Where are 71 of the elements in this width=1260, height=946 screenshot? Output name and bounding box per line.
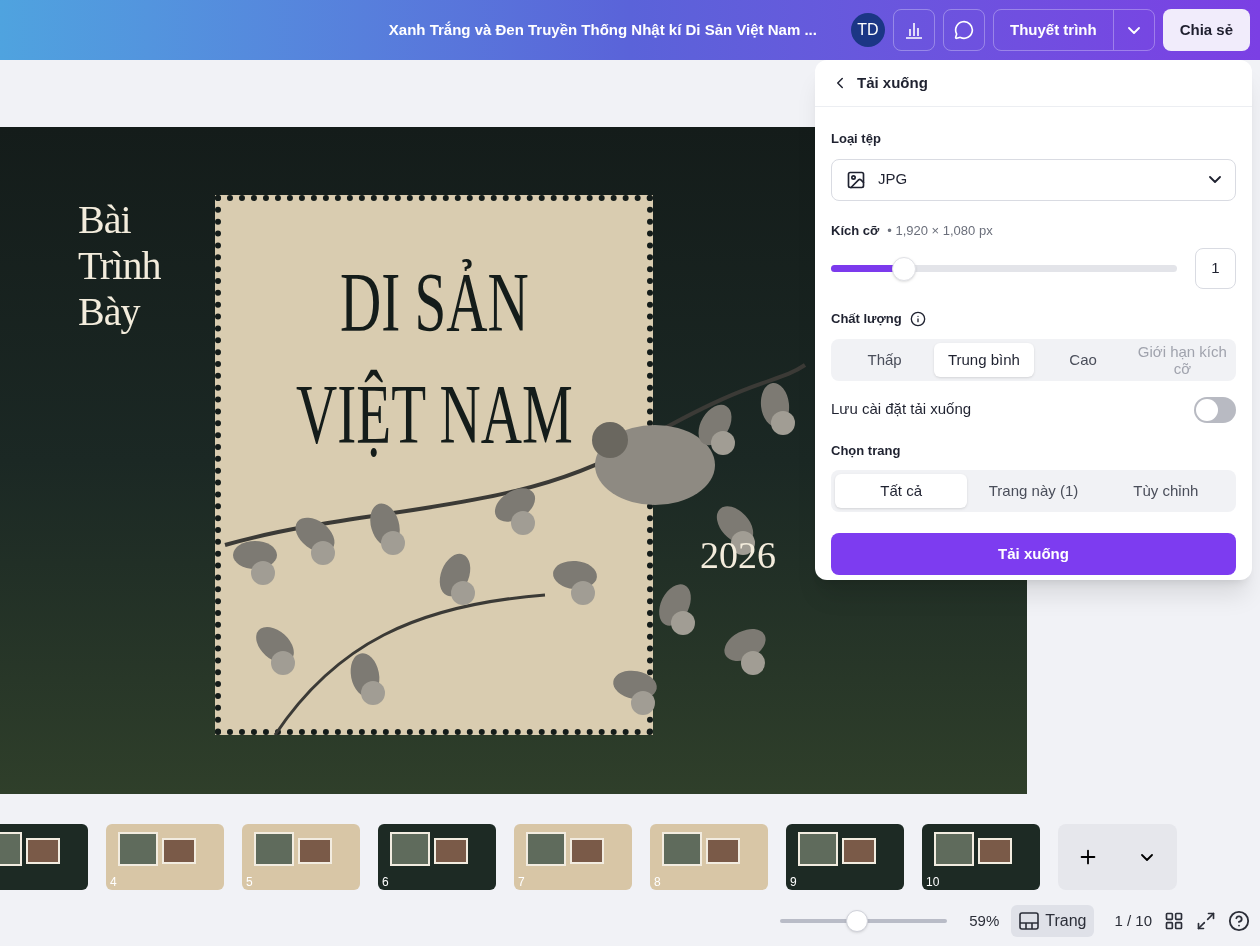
file-type-dropdown[interactable]: JPG <box>831 158 1236 201</box>
page-option[interactable]: Tùy chỉnh <box>1099 474 1232 508</box>
photo-placeholder <box>842 838 876 864</box>
size-input[interactable]: 1 <box>1195 248 1236 289</box>
quality-option[interactable]: Cao <box>1033 342 1133 377</box>
photo-placeholder <box>298 838 332 864</box>
comment-icon <box>953 20 974 40</box>
zoom-slider-thumb[interactable] <box>846 910 869 932</box>
insights-button[interactable] <box>892 9 935 51</box>
comment-button[interactable] <box>942 9 985 51</box>
share-button[interactable]: Chia sẻ <box>1162 9 1250 51</box>
pages-label: Chọn trang <box>831 441 902 460</box>
photo-placeholder <box>570 838 604 864</box>
slide-number: 7 <box>518 876 525 888</box>
zoom-percentage[interactable]: 59% <box>969 909 1000 933</box>
photo-placeholder <box>526 832 566 866</box>
slide-thumbnail[interactable] <box>0 824 88 890</box>
photo-placeholder <box>934 832 974 866</box>
help-icon[interactable] <box>1228 910 1250 932</box>
file-type-label: Loại tệp <box>831 130 882 148</box>
download-button[interactable]: Tải xuống <box>831 533 1236 575</box>
size-slider[interactable] <box>831 256 1177 281</box>
slide-number: 4 <box>110 876 117 888</box>
quality-label: Chất lượng <box>831 310 902 328</box>
pages-button[interactable]: Trang <box>1011 905 1095 937</box>
present-button[interactable]: Thuyết trình <box>993 10 1114 50</box>
size-dimensions: • 1,920 × 1,080 px <box>887 221 993 240</box>
slide-thumbnail[interactable]: 6 <box>378 824 496 890</box>
photo-placeholder <box>162 838 196 864</box>
page-option[interactable]: Trang này (1) <box>967 474 1100 508</box>
photo-placeholder <box>390 832 430 866</box>
photo-placeholder <box>118 832 158 866</box>
info-icon[interactable] <box>909 310 926 327</box>
slide-subtitle: Bài Trình Bày <box>78 197 162 335</box>
document-title[interactable]: Xanh Trắng và Đen Truyền Thống Nhật kí Di Sản Việt Nam ... <box>388 18 817 42</box>
slide-title: DI SẢN VIỆT NAM <box>295 255 573 463</box>
save-settings-label: Lưu cài đặt tải xuống <box>831 399 972 420</box>
size-slider-thumb[interactable] <box>891 256 916 281</box>
grid-view-icon[interactable] <box>1164 911 1184 931</box>
slide-year: 2026 <box>700 533 776 578</box>
photo-placeholder <box>26 838 60 864</box>
photo-placeholder <box>978 838 1012 864</box>
photo-placeholder <box>662 832 702 866</box>
caret-icon <box>1209 176 1221 183</box>
caret-icon <box>1141 853 1154 861</box>
switch-knob <box>1196 398 1218 421</box>
caret-icon <box>1127 26 1140 34</box>
page-layout-icon <box>1019 912 1040 930</box>
user-avatar[interactable]: TD <box>850 13 885 47</box>
photo-placeholder <box>434 838 468 864</box>
fullscreen-icon[interactable] <box>1196 911 1216 931</box>
slide-thumbnail[interactable]: 9 <box>786 824 904 890</box>
page-option[interactable]: Tất cả <box>835 474 968 508</box>
save-settings-switch[interactable] <box>1194 396 1236 423</box>
panel-title: Tải xuống <box>857 72 928 93</box>
slide-number: 9 <box>790 876 797 888</box>
photo-placeholder <box>254 832 294 866</box>
slide-number: 8 <box>654 876 661 888</box>
photo-placeholder <box>706 838 740 864</box>
size-label: Kích cỡ <box>831 221 880 240</box>
photo-placeholder <box>798 832 838 866</box>
slide-number: 10 <box>926 876 940 888</box>
page-counter[interactable]: 1 / 10 <box>1114 909 1152 933</box>
quality-option[interactable]: Trung bình <box>934 342 1034 377</box>
bar-chart-icon <box>903 20 924 40</box>
slide-thumbnail[interactable]: 10 <box>922 824 1040 890</box>
slide-number: 5 <box>246 876 253 888</box>
zoom-slider[interactable] <box>780 910 948 932</box>
slide-number: 6 <box>382 876 389 888</box>
image-icon <box>846 169 866 190</box>
quality-option[interactable]: Thấp <box>835 342 935 377</box>
